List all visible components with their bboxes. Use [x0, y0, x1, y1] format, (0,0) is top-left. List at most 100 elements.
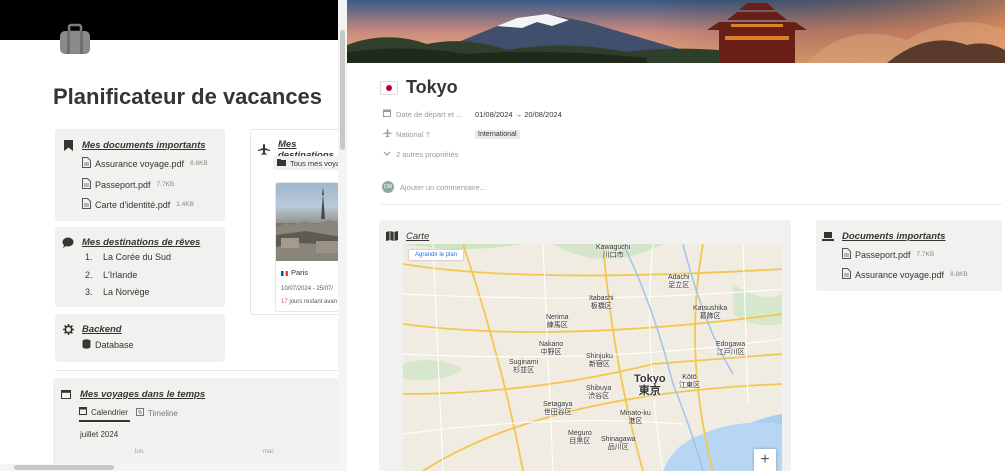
backend-heading[interactable]: Backend — [62, 323, 122, 335]
property-tag[interactable]: International — [475, 130, 520, 139]
property-national[interactable]: National ? International — [382, 129, 520, 140]
file-icon — [82, 178, 91, 191]
map-place-label: Kawaguchi 川口市 — [596, 244, 631, 259]
plane-icon — [258, 144, 270, 156]
map-place-label: Katsushika 葛飾区 — [693, 305, 728, 320]
plane-icon — [382, 129, 392, 140]
file-size: 7.7KB — [916, 251, 935, 258]
documents-heading-label: Documents importants — [842, 230, 946, 242]
database-link[interactable]: Database — [82, 339, 134, 351]
france-flag-icon — [281, 270, 288, 276]
tab-label: Tous mes voya — [290, 158, 341, 168]
tab-calendar[interactable]: Calendrier — [79, 407, 130, 422]
file-icon — [842, 268, 851, 281]
database-label: Database — [95, 340, 134, 350]
page-title: Planificateur de vacances — [53, 84, 323, 109]
calendar-icon — [382, 109, 392, 119]
property-label: National ? — [396, 130, 430, 139]
title-text[interactable]: Tokyo — [406, 77, 458, 98]
list-item[interactable]: 2. L'Irlande — [85, 270, 171, 288]
tab-all-trips[interactable]: Tous mes voya — [273, 156, 345, 170]
map-place-label: Setagaya 世田谷区 — [543, 401, 573, 416]
dreams-heading-label: Mes destinations de rêves — [82, 236, 201, 248]
weekday-label: mar. — [263, 449, 275, 455]
documents-heading[interactable]: Documents importants — [822, 230, 945, 242]
view-tabs: Calendrier Timeline — [79, 407, 180, 422]
luggage-icon[interactable] — [58, 22, 92, 56]
folder-icon — [277, 158, 286, 168]
tokyo-cover-image[interactable] — [347, 0, 1005, 63]
file-item[interactable]: Passeport.pdf 7.7KB — [82, 178, 174, 191]
database-icon — [82, 339, 91, 351]
scroll-thumb[interactable] — [14, 465, 114, 470]
documents-heading-label: Mes documents importants — [82, 139, 206, 151]
page-cover[interactable] — [0, 0, 338, 40]
left-page: Planificateur de vacances Mes documents … — [0, 0, 347, 471]
more-properties-label: 2 autres propriétés — [396, 150, 459, 159]
map-heading-label: Carte — [406, 230, 430, 242]
scroll-thumb[interactable] — [340, 30, 345, 150]
dreams-heading[interactable]: Mes destinations de rêves — [62, 236, 200, 248]
file-item[interactable]: Assurance voyage.pdf 8.8KB — [82, 157, 208, 170]
file-size: 7.7KB — [156, 181, 175, 188]
file-size: 1.4KB — [176, 201, 194, 208]
map-place-label: Shinagawa 品川区 — [601, 436, 636, 451]
map-place-label: Nakano 中野区 — [539, 341, 564, 356]
more-properties-toggle[interactable]: 2 autres propriétés — [382, 150, 459, 159]
comment-input[interactable]: DM Ajouter un commentaire... — [382, 181, 486, 193]
voyages-heading-label: Mes voyages dans le temps — [80, 388, 206, 400]
trip-card-paris[interactable]: Paris 10/07/2024 - 25/07/ 17 jours resta… — [275, 182, 345, 312]
tab-timeline[interactable]: Timeline — [135, 407, 180, 422]
file-item[interactable]: Assurance voyage.pdf 8.8KB — [842, 268, 968, 281]
dreams-list: 1. La Corée du Sud 2. L'Irlande 3. La Norvè… — [85, 252, 171, 305]
right-page: Tokyo Date de départ et ... 01/08/2024 →… — [347, 0, 1005, 471]
property-label: Date de départ et ... — [396, 109, 463, 119]
chat-bubble-icon — [62, 236, 74, 248]
file-icon — [82, 157, 91, 170]
map-place-label: Meguro 目黒区 — [568, 430, 592, 445]
map-place-label: Shibuya 渋谷区 — [586, 385, 612, 400]
file-name: Assurance voyage.pdf — [855, 269, 945, 280]
laptop-icon — [822, 230, 834, 242]
divider — [55, 370, 338, 371]
trip-dates: 10/07/2024 - 25/07/ — [281, 286, 334, 292]
map-heading[interactable]: Carte — [386, 230, 429, 242]
japan-flag-icon[interactable] — [380, 80, 398, 95]
list-item[interactable]: 1. La Corée du Sud — [85, 252, 171, 270]
left-vertical-scrollbar[interactable] — [338, 0, 347, 471]
list-item[interactable]: 3. La Norvège — [85, 287, 171, 305]
map-view[interactable]: Agrandir le plan Kawaguchi 川口市 Adachi 足立区 … — [403, 244, 782, 471]
map-place-label: Itabashi 板橋区 — [589, 295, 614, 310]
file-name: Passeport.pdf — [855, 249, 911, 260]
file-item[interactable]: Carte d'identité.pdf 1.4KB — [82, 198, 194, 211]
app-root: Planificateur de vacances Mes documents … — [0, 0, 1005, 471]
zoom-in-button[interactable]: + — [754, 449, 776, 471]
enlarge-map-link[interactable]: Agrandir le plan — [409, 250, 464, 260]
map-place-label: Suginami 杉並区 — [509, 359, 539, 374]
backend-heading-label: Backend — [82, 323, 122, 335]
map-place-label: Nerima 練馬区 — [546, 314, 569, 329]
left-horizontal-scrollbar[interactable] — [0, 464, 338, 471]
avatar: DM — [382, 181, 394, 193]
map-place-label: Edogawa 江戸川区 — [716, 341, 746, 356]
page-title: Tokyo — [380, 77, 458, 98]
comment-placeholder: Ajouter un commentaire... — [400, 182, 486, 192]
voyages-heading[interactable]: Mes voyages dans le temps — [60, 388, 205, 400]
file-icon — [842, 248, 851, 261]
documents-heading[interactable]: Mes documents importants — [62, 139, 206, 151]
map-place-label: Kōtō 江東区 — [679, 374, 700, 389]
property-dates[interactable]: Date de départ et ... 01/08/2024 → 20/08… — [382, 109, 562, 119]
gear-icon — [62, 323, 74, 335]
bookmark-icon — [62, 139, 74, 151]
file-name: Passeport.pdf — [95, 179, 151, 190]
property-value[interactable]: 01/08/2024 → 20/08/2024 — [475, 110, 562, 119]
file-size: 8.8KB — [950, 271, 968, 278]
map-place-label: Adachi 足立区 — [668, 274, 690, 289]
backend-card — [55, 314, 225, 362]
file-size: 8.8KB — [190, 160, 208, 167]
file-item[interactable]: Passeport.pdf 7.7KB — [842, 248, 934, 261]
calendar-month: juillet 2024 — [80, 430, 119, 439]
timeline-icon — [135, 408, 144, 418]
divider — [380, 204, 1002, 205]
trip-countdown: 17 jours restant avan — [281, 299, 338, 305]
